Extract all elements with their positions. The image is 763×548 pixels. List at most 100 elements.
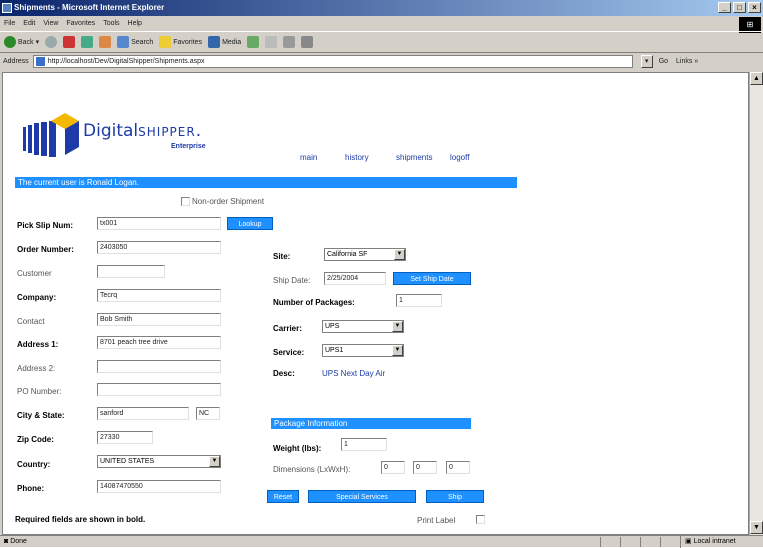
customer-label: Customer bbox=[17, 269, 52, 278]
length-input[interactable]: 0 bbox=[381, 461, 405, 474]
menu-favorites[interactable]: Favorites bbox=[66, 16, 95, 31]
minimize-button[interactable]: _ bbox=[718, 2, 731, 13]
packages-input[interactable]: 1 bbox=[396, 294, 442, 307]
reset-button[interactable]: Reset bbox=[267, 490, 299, 503]
go-button[interactable]: Go bbox=[659, 58, 668, 65]
stop-button[interactable] bbox=[63, 36, 76, 48]
status-bar: ◙ Done ▣ Local intranet bbox=[0, 535, 763, 548]
print-button[interactable] bbox=[283, 36, 296, 48]
menu-tools[interactable]: Tools bbox=[103, 16, 119, 31]
packages-label: Number of Packages: bbox=[273, 298, 355, 307]
service-select[interactable]: UPS1 ▼ bbox=[322, 344, 404, 357]
vertical-scrollbar[interactable]: ▲ ▼ bbox=[749, 72, 763, 535]
address2-input[interactable] bbox=[97, 360, 221, 373]
search-icon bbox=[117, 36, 130, 48]
set-ship-date-button[interactable]: Set Ship Date bbox=[393, 272, 471, 285]
carrier-select[interactable]: UPS ▼ bbox=[322, 320, 404, 333]
package-info-header: Package Information bbox=[271, 418, 471, 429]
nav-logoff[interactable]: logoff bbox=[450, 153, 469, 162]
back-arrow-icon bbox=[4, 36, 16, 48]
print-label-text: Print Label bbox=[417, 516, 456, 525]
city-input[interactable]: sanford bbox=[97, 407, 189, 420]
print-label-checkbox[interactable] bbox=[476, 515, 485, 524]
non-order-label: Non-order Shipment bbox=[192, 197, 265, 206]
back-button[interactable]: Back ▾ bbox=[4, 36, 39, 48]
ship-button[interactable]: Ship bbox=[426, 490, 484, 503]
address-dropdown[interactable]: ▾ bbox=[640, 54, 653, 68]
logo-wordmark: DigitalSHIPPER. bbox=[83, 121, 202, 141]
phone-label: Phone: bbox=[17, 484, 45, 493]
stop-icon bbox=[63, 36, 76, 48]
maximize-button[interactable]: □ bbox=[733, 2, 746, 13]
forward-arrow-icon bbox=[45, 36, 58, 48]
customer-input[interactable] bbox=[97, 265, 165, 278]
status-divider bbox=[640, 537, 641, 547]
refresh-button[interactable] bbox=[81, 36, 94, 48]
po-number-label: PO Number: bbox=[17, 387, 62, 396]
scroll-up-icon[interactable]: ▲ bbox=[750, 72, 763, 85]
status-divider bbox=[600, 537, 601, 547]
nav-history[interactable]: history bbox=[345, 153, 369, 162]
mail-button[interactable] bbox=[265, 36, 278, 48]
toolbar: Back ▾ Search Favorites Media bbox=[0, 31, 763, 53]
title-bar: Shipments - Microsoft Internet Explorer … bbox=[0, 0, 763, 16]
edit-button[interactable] bbox=[301, 36, 314, 48]
window-title: Shipments - Microsoft Internet Explorer bbox=[14, 3, 165, 12]
menu-help[interactable]: Help bbox=[128, 16, 142, 31]
contact-input[interactable]: Bob Smith bbox=[97, 313, 221, 326]
state-input[interactable]: NC bbox=[196, 407, 220, 420]
chevron-down-icon: ▼ bbox=[209, 456, 220, 467]
ship-date-input[interactable]: 2/25/2004 bbox=[324, 272, 386, 285]
carrier-label: Carrier: bbox=[273, 324, 302, 333]
required-fields-note: Required fields are shown in bold. bbox=[15, 515, 146, 524]
special-services-button[interactable]: Special Services bbox=[308, 490, 416, 503]
media-button[interactable]: Media bbox=[208, 36, 241, 48]
page-icon bbox=[35, 56, 45, 66]
order-number-input[interactable]: 2403050 bbox=[97, 241, 221, 254]
media-icon bbox=[208, 36, 221, 48]
order-number-label: Order Number: bbox=[17, 245, 74, 254]
print-icon bbox=[283, 36, 296, 48]
history-button[interactable] bbox=[247, 36, 260, 48]
phone-input[interactable]: 14087470550 bbox=[97, 480, 221, 493]
status-divider bbox=[660, 537, 661, 547]
ship-date-label: Ship Date: bbox=[273, 276, 311, 285]
menu-view[interactable]: View bbox=[43, 16, 58, 31]
forward-button[interactable] bbox=[45, 36, 58, 48]
nav-main[interactable]: main bbox=[300, 153, 317, 162]
service-label: Service: bbox=[273, 348, 305, 357]
site-select[interactable]: California SF ▼ bbox=[324, 248, 406, 261]
zip-code-label: Zip Code: bbox=[17, 435, 54, 444]
nav-shipments[interactable]: shipments bbox=[396, 153, 432, 162]
non-order-checkbox[interactable] bbox=[181, 197, 190, 206]
favorites-button[interactable]: Favorites bbox=[159, 36, 202, 48]
scroll-down-icon[interactable]: ▼ bbox=[750, 521, 763, 534]
star-icon bbox=[159, 36, 172, 48]
menu-file[interactable]: File bbox=[4, 16, 15, 31]
history-icon bbox=[247, 36, 260, 48]
ie-icon bbox=[2, 3, 12, 13]
address-input[interactable]: http://localhost/Dev/DigitalShipper/Ship… bbox=[32, 54, 633, 68]
menu-edit[interactable]: Edit bbox=[23, 16, 35, 31]
po-number-input[interactable] bbox=[97, 383, 221, 396]
company-input[interactable]: Tecrq bbox=[97, 289, 221, 302]
weight-input[interactable]: 1 bbox=[341, 438, 387, 451]
width-input[interactable]: 0 bbox=[413, 461, 437, 474]
chevron-down-icon: ▼ bbox=[392, 321, 403, 332]
close-button[interactable]: × bbox=[748, 2, 761, 13]
zip-code-input[interactable]: 27330 bbox=[97, 431, 153, 444]
height-input[interactable]: 0 bbox=[446, 461, 470, 474]
address1-input[interactable]: 8701 peach tree drive bbox=[97, 336, 221, 349]
search-button[interactable]: Search bbox=[117, 36, 153, 48]
links-button[interactable]: Links » bbox=[676, 58, 698, 65]
page-done-icon: ◙ bbox=[4, 538, 9, 545]
edit-icon bbox=[301, 36, 314, 48]
pick-slip-input[interactable]: tx001 bbox=[97, 217, 221, 230]
home-button[interactable] bbox=[99, 36, 112, 48]
country-select[interactable]: UNITED STATES ▼ bbox=[97, 455, 221, 468]
desc-label: Desc: bbox=[273, 369, 295, 378]
lookup-button[interactable]: Lookup bbox=[227, 217, 273, 230]
current-user-banner: The current user is Ronald Logan. bbox=[15, 177, 517, 188]
logo-subtitle: Enterprise bbox=[171, 143, 206, 150]
chevron-down-icon: ▼ bbox=[392, 345, 403, 356]
